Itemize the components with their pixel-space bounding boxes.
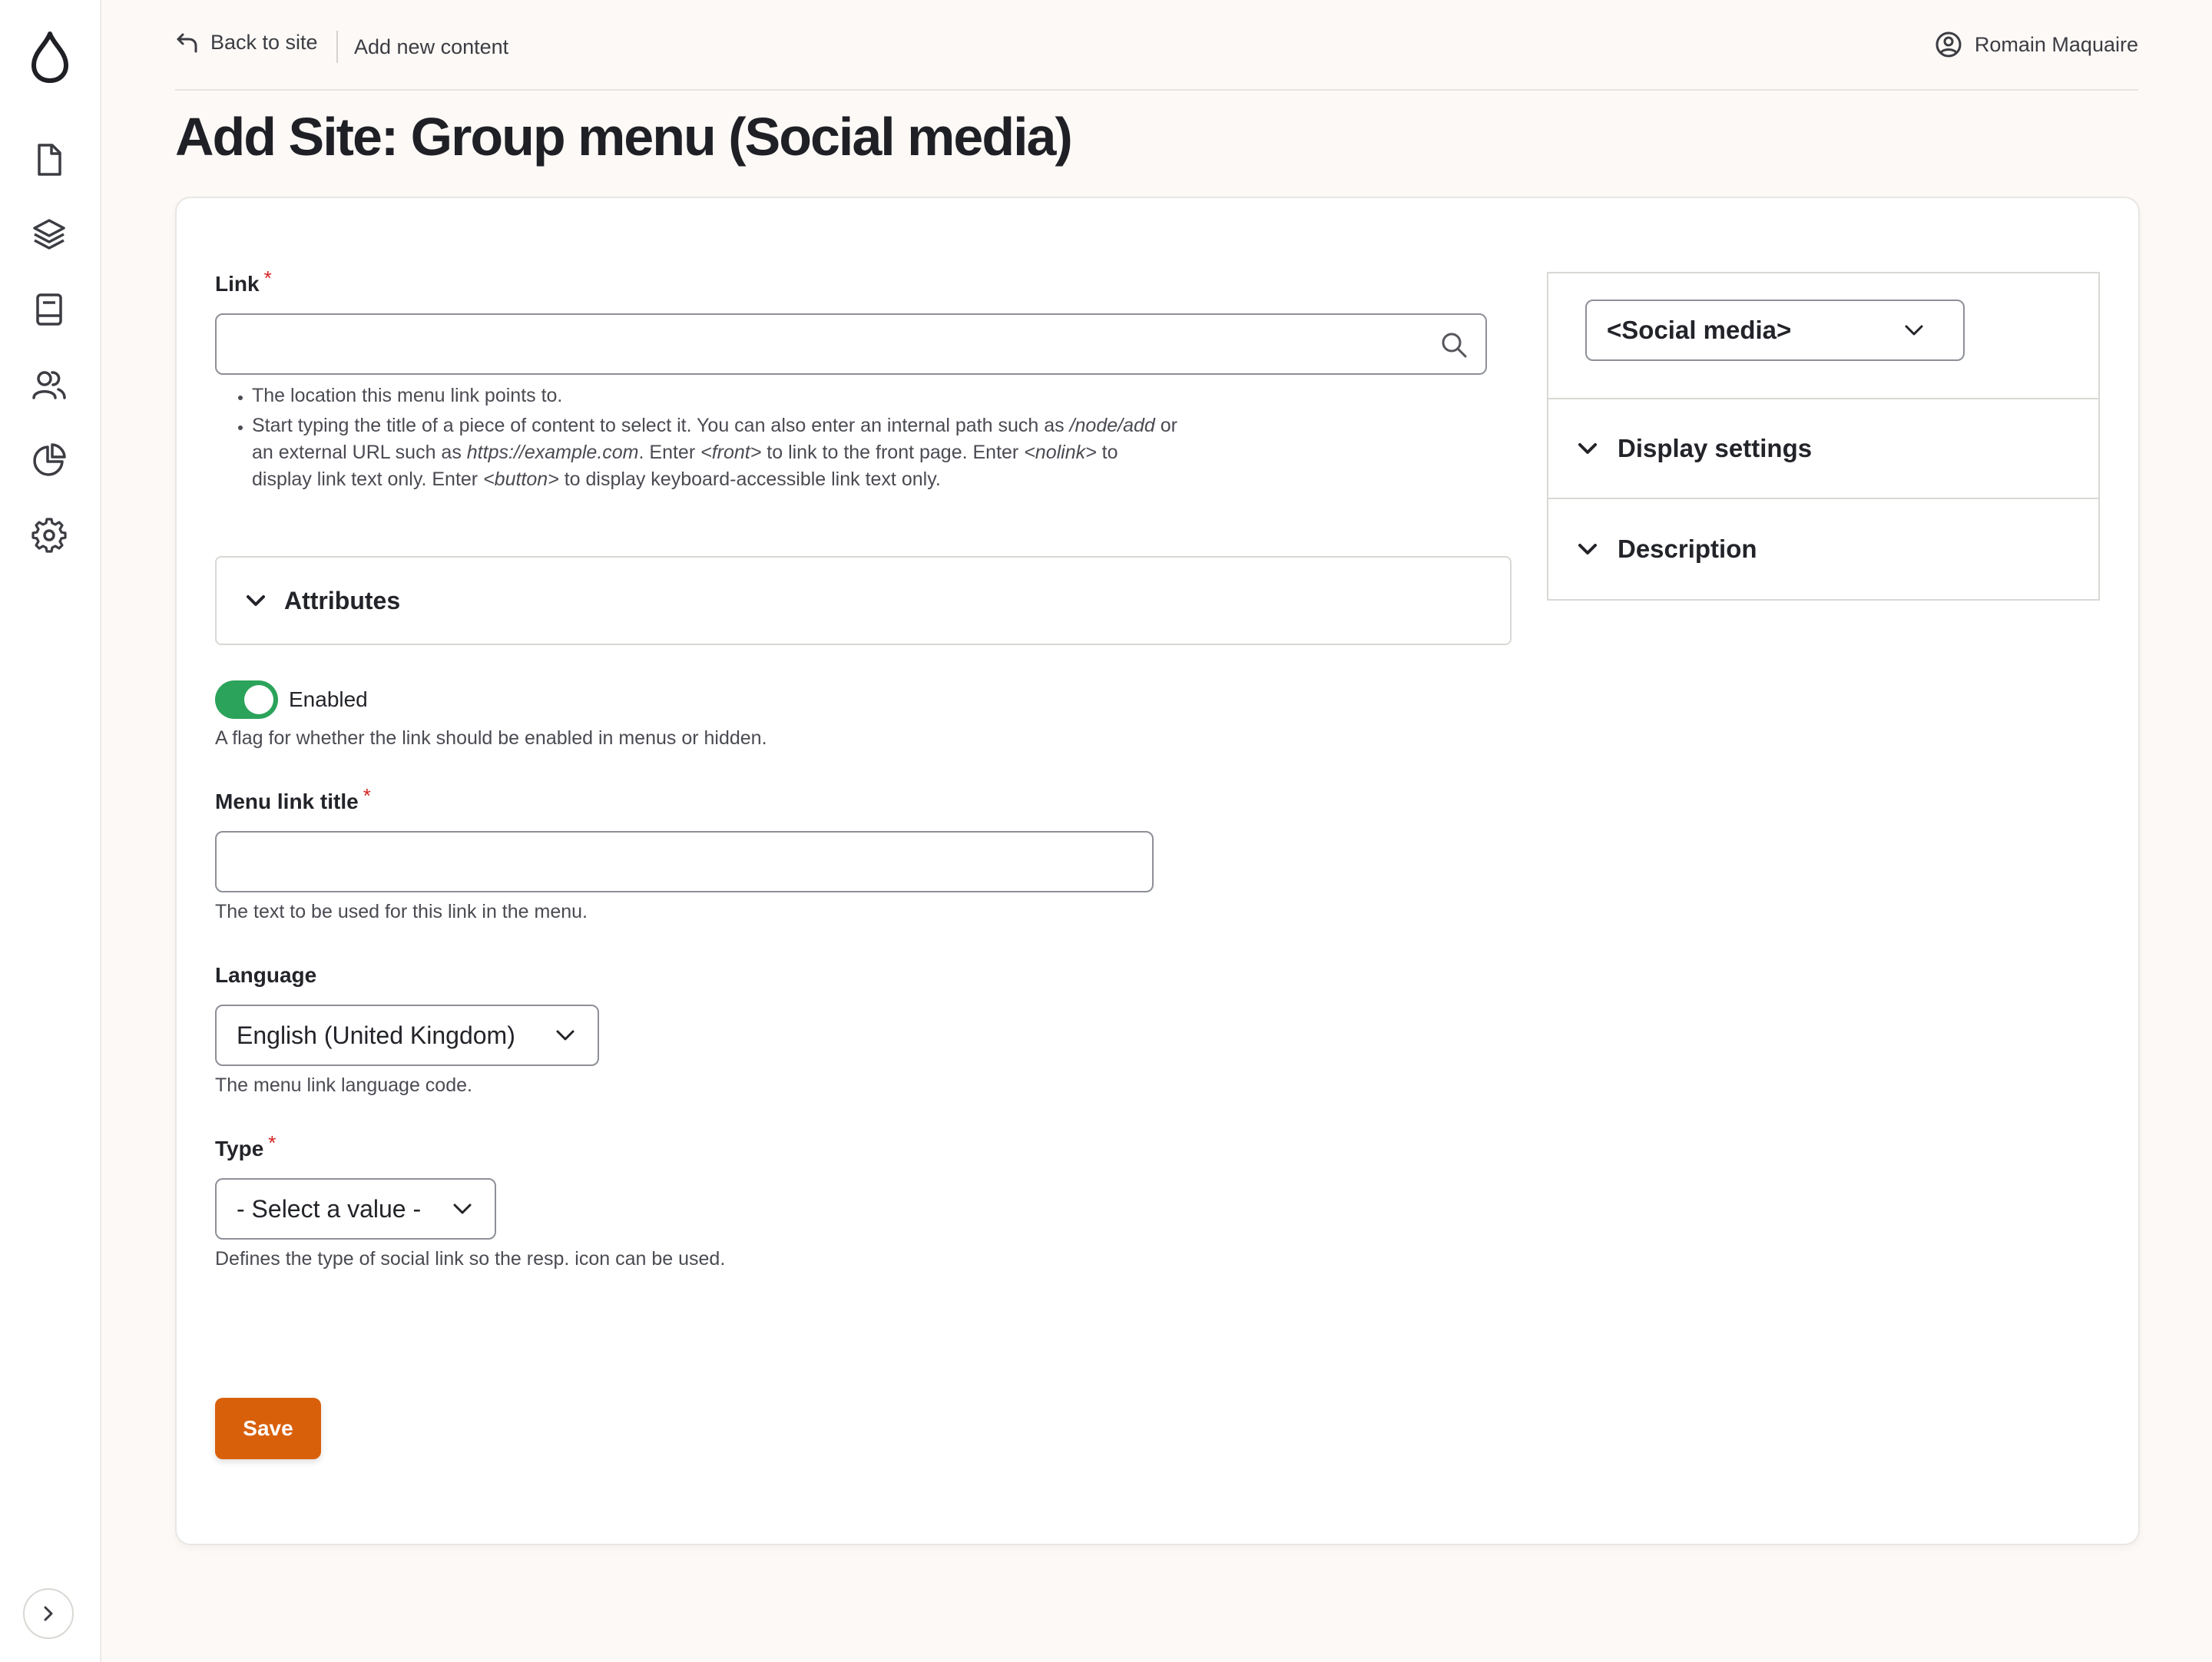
chevron-down-icon <box>453 1203 472 1214</box>
help-text: to link to the front page. Enter <box>761 442 1025 463</box>
search-icon <box>1442 333 1467 358</box>
required-marker: * <box>363 784 371 807</box>
help-button-token: <button> <box>483 468 559 490</box>
save-button[interactable]: Save <box>215 1398 321 1459</box>
topbar-divider <box>336 31 338 63</box>
back-to-site-link[interactable]: Back to site <box>175 31 318 55</box>
menu-link-title-help: The text to be used for this link in the… <box>215 901 588 922</box>
top-bar: Back to site Add new content Romain Maqu… <box>175 23 2138 91</box>
expand-sidebar-button[interactable] <box>23 1588 74 1639</box>
type-help: Defines the type of social link so the r… <box>215 1248 726 1270</box>
menu-link-title-label: Menu link title * <box>215 784 371 814</box>
book-icon[interactable] <box>31 292 67 327</box>
link-help-item: The location this menu link points to. <box>252 382 1183 409</box>
help-front-token: <front> <box>700 442 762 463</box>
attributes-details[interactable]: Attributes <box>215 556 1512 645</box>
type-label: Type * <box>215 1131 276 1161</box>
required-marker: * <box>268 1131 276 1154</box>
enabled-label: Enabled <box>289 687 368 711</box>
attributes-summary: Attributes <box>284 586 401 614</box>
user-name: Romain Maquaire <box>1974 32 2138 56</box>
chevron-down-icon <box>1905 325 1923 336</box>
configuration-gear-icon[interactable] <box>31 518 67 553</box>
toggle-knob <box>244 685 273 714</box>
help-url-example: https://example.com <box>466 442 639 463</box>
description-summary: Description <box>1618 535 1757 563</box>
menu-parent-section: <Social media> <box>1548 273 2098 399</box>
type-label-text: Type <box>215 1137 264 1160</box>
menu-settings-panel: <Social media> Display settings Descript… <box>1547 272 2100 601</box>
link-help-list: The location this menu link points to. S… <box>215 382 1183 493</box>
display-settings-details[interactable]: Display settings <box>1548 399 2098 499</box>
page-title: Add Site: Group menu (Social media) <box>175 107 1073 167</box>
required-marker: * <box>263 267 272 290</box>
language-label: Language <box>215 963 317 987</box>
chevron-down-icon <box>556 1030 575 1041</box>
people-users-icon[interactable] <box>31 367 67 402</box>
link-label: Link * <box>215 267 272 296</box>
enabled-toggle[interactable] <box>215 680 278 719</box>
structure-layers-icon[interactable] <box>31 217 67 252</box>
add-new-content-link[interactable]: Add new content <box>354 35 508 59</box>
admin-sidebar <box>0 0 101 1662</box>
help-path-example: /node/add <box>1069 415 1155 436</box>
language-selected-value: English (United Kingdom) <box>237 1021 515 1049</box>
description-details[interactable]: Description <box>1548 499 2098 599</box>
link-help-item: Start typing the title of a piece of con… <box>252 412 1183 493</box>
help-nolink-token: <nolink> <box>1024 442 1097 463</box>
back-arrow-icon <box>177 33 197 52</box>
content-document-icon[interactable] <box>31 142 67 177</box>
menu-link-title-input[interactable] <box>215 831 1154 892</box>
display-settings-summary: Display settings <box>1618 434 1813 462</box>
user-avatar-icon <box>1936 31 1962 58</box>
link-label-text: Link <box>215 272 260 296</box>
chevron-right-icon <box>44 1606 53 1621</box>
chevron-down-icon <box>1578 544 1597 555</box>
type-selected-value: - Select a value - <box>237 1194 422 1223</box>
link-autocomplete-input[interactable] <box>215 313 1487 375</box>
back-to-site-label: Back to site <box>210 31 318 54</box>
reports-pie-chart-icon[interactable] <box>31 442 67 478</box>
chevron-down-icon <box>247 595 265 606</box>
menu-parent-select[interactable]: <Social media> <box>1585 300 1965 361</box>
user-menu[interactable]: Romain Maquaire <box>1935 31 2138 58</box>
drupal-drop-logo-icon[interactable] <box>28 29 72 84</box>
help-text: Start typing the title of a piece of con… <box>252 415 1070 436</box>
language-help: The menu link language code. <box>215 1074 472 1096</box>
type-select[interactable]: - Select a value - <box>215 1178 496 1240</box>
enabled-help: A flag for whether the link should be en… <box>215 727 767 749</box>
menu-link-title-label-text: Menu link title <box>215 790 359 813</box>
link-help: The location this menu link points to. S… <box>215 382 1183 496</box>
help-text: to display keyboard-accessible link text… <box>558 468 941 490</box>
help-text: . Enter <box>638 442 701 463</box>
form-card: Link* The location this menu link points… <box>175 197 2140 1545</box>
language-select[interactable]: English (United Kingdom) <box>215 1005 599 1066</box>
chevron-down-icon <box>1578 443 1597 454</box>
menu-parent-selected-value: <Social media> <box>1607 316 1792 344</box>
